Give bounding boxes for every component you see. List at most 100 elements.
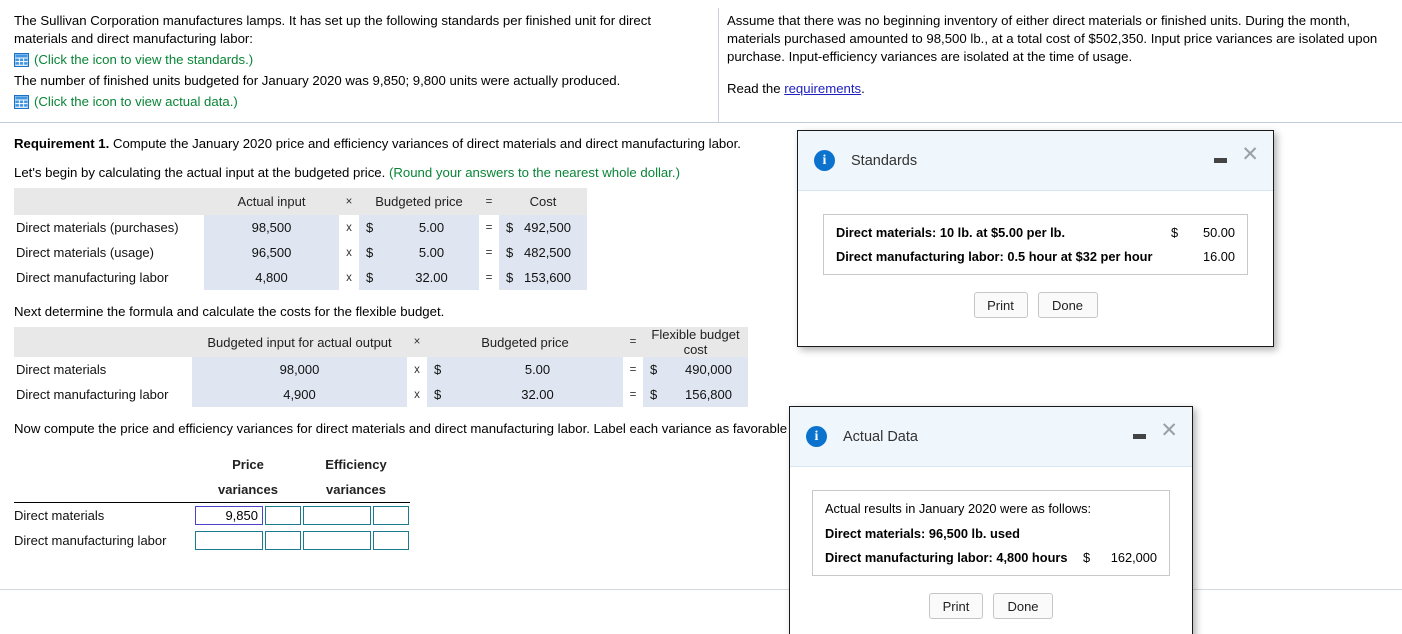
standards-content-box: Direct materials: 10 lb. at $5.00 per lb… <box>823 214 1248 275</box>
standards-print-button[interactable]: Print <box>973 292 1028 318</box>
direct-labor-price-variance-input[interactable] <box>195 531 263 550</box>
cell-flexible-budget-cost: 156,800 <box>668 382 748 407</box>
row-label: Direct materials (usage) <box>14 240 204 265</box>
cell-currency: $ <box>499 265 524 290</box>
standards-link-text[interactable]: (Click the icon to view the standards.) <box>34 52 253 67</box>
read-suffix: . <box>861 81 865 96</box>
problem-left-pane: The Sullivan Corporation manufactures la… <box>0 0 718 122</box>
cell-operator-times: x <box>339 265 359 290</box>
read-prefix: Read the <box>727 81 785 96</box>
cell-operator-equals: = <box>479 215 499 240</box>
cell-operator-times: x <box>407 382 427 407</box>
direct-labor-efficiency-variance-flag-input[interactable] <box>373 531 409 550</box>
cell-currency: $ <box>359 265 384 290</box>
cell-budgeted-price: 5.00 <box>452 357 623 382</box>
standards-row: Direct manufacturing labor: 0.5 hour at … <box>836 249 1235 264</box>
read-requirements-line: Read the requirements. <box>727 80 1392 98</box>
direct-labor-price-variance-flag-input[interactable] <box>265 531 301 550</box>
spreadsheet-icon[interactable] <box>13 52 30 67</box>
header-price-variances: variances <box>194 477 302 503</box>
header-equals: = <box>479 188 499 215</box>
actual-data-link-text[interactable]: (Click the icon to view actual data.) <box>34 94 238 109</box>
actual-data-row-text: Direct manufacturing labor: 4,800 hours <box>825 550 1068 565</box>
actual-data-print-button[interactable]: Print <box>929 593 983 619</box>
actual-data-row-amount: 162,000 <box>1110 550 1157 565</box>
actual-input-table: Actual input × Budgeted price = Cost Dir… <box>14 188 587 290</box>
actual-data-row: Direct materials: 96,500 lb. used <box>825 526 1157 541</box>
cell-operator-times: x <box>339 215 359 240</box>
cell-currency: $ <box>359 215 384 240</box>
variance-entry-section: Price Efficiency variances variances Dir… <box>14 452 1402 551</box>
spreadsheet-icon[interactable] <box>13 94 30 109</box>
table-row: Direct materials 98,000 x $ 5.00 = $ 490… <box>14 357 748 382</box>
cell-operator-equals: = <box>479 240 499 265</box>
cell-budgeted-input: 98,000 <box>192 357 407 382</box>
problem-right-pane: Assume that there was no beginning inven… <box>719 0 1402 122</box>
direct-materials-efficiency-variance-flag-input[interactable] <box>373 506 409 525</box>
requirement-1-label: Requirement 1. <box>14 136 110 151</box>
row-label: Direct materials (purchases) <box>14 215 204 240</box>
close-icon[interactable]: ✕ <box>1160 420 1178 441</box>
variance-row-direct-materials: Direct materials <box>14 503 410 529</box>
table-row: Direct manufacturing labor 4,800 x $ 32.… <box>14 265 587 290</box>
table-row: Direct materials (purchases) 98,500 x $ … <box>14 215 587 240</box>
requirements-link[interactable]: requirements <box>784 81 861 96</box>
table-header-row: Budgeted input for actual output × Budge… <box>14 327 748 357</box>
requirement-1-text: Compute the January 2020 price and effic… <box>112 136 741 151</box>
table-row: Direct materials (usage) 96,500 x $ 5.00… <box>14 240 587 265</box>
table-row: Direct manufacturing labor 4,900 x $ 32.… <box>14 382 748 407</box>
direct-labor-efficiency-variance-input[interactable] <box>303 531 371 550</box>
header-flexible-budget-cost: Flexible budget cost <box>643 327 748 357</box>
cell-actual-input: 96,500 <box>204 240 339 265</box>
actual-data-dialog-title: Actual Data <box>843 428 918 445</box>
cell-actual-input: 98,500 <box>204 215 339 240</box>
cell-budgeted-input: 4,900 <box>192 382 407 407</box>
actual-data-content-box: Actual results in January 2020 were as f… <box>812 490 1170 576</box>
cell-cost: 482,500 <box>524 240 587 265</box>
rounding-note: (Round your answers to the nearest whole… <box>388 165 680 180</box>
actual-data-dialog-titlebar[interactable]: i Actual Data ✕ <box>790 407 1192 467</box>
standards-row-text: Direct manufacturing labor: 0.5 hour at … <box>836 249 1153 264</box>
budgeted-units-text: The number of finished units budgeted fo… <box>14 73 621 88</box>
header-efficiency: Efficiency <box>325 457 387 472</box>
row-label: Direct manufacturing labor <box>14 265 204 290</box>
header-budgeted-price: Budgeted price <box>359 188 479 215</box>
standards-dialog-titlebar[interactable]: i Standards ✕ <box>798 131 1273 191</box>
table-header-row: Actual input × Budgeted price = Cost <box>14 188 587 215</box>
cell-operator-equals: = <box>479 265 499 290</box>
minimize-icon[interactable] <box>1133 434 1146 439</box>
standards-dialog: i Standards ✕ Direct materials: 10 lb. a… <box>797 130 1274 347</box>
direct-materials-price-variance-flag-input[interactable] <box>265 506 301 525</box>
cell-actual-input: 4,800 <box>204 265 339 290</box>
cell-currency: $ <box>427 382 452 407</box>
standards-done-button[interactable]: Done <box>1037 292 1098 318</box>
header-blank <box>14 327 192 357</box>
cell-currency: $ <box>499 240 524 265</box>
actual-data-dialog: i Actual Data ✕ Actual results in Januar… <box>789 406 1193 634</box>
standards-dialog-title: Standards <box>851 152 918 169</box>
actual-data-intro: Actual results in January 2020 were as f… <box>825 501 1092 516</box>
cell-budgeted-price: 5.00 <box>384 240 479 265</box>
actual-data-icon-line[interactable]: (Click the icon to view actual data.) <box>13 94 704 109</box>
standards-row: Direct materials: 10 lb. at $5.00 per lb… <box>836 225 1235 240</box>
variance-header-row-1: Price Efficiency <box>14 452 410 477</box>
direct-materials-efficiency-variance-input[interactable] <box>303 506 371 525</box>
header-equals: = <box>623 327 643 357</box>
cell-currency: $ <box>359 240 384 265</box>
standards-icon-line[interactable]: (Click the icon to view the standards.) <box>13 52 704 67</box>
cell-cost: 492,500 <box>524 215 587 240</box>
exercise-page: The Sullivan Corporation manufactures la… <box>0 0 1402 634</box>
close-icon[interactable]: ✕ <box>1241 144 1259 165</box>
problem-statement-panes: The Sullivan Corporation manufactures la… <box>0 0 1402 122</box>
minimize-icon[interactable] <box>1214 158 1227 163</box>
cell-currency: $ <box>499 215 524 240</box>
direct-materials-price-variance-input[interactable] <box>195 506 263 525</box>
header-efficiency-variances: variances <box>302 477 410 503</box>
problem-intro-text: The Sullivan Corporation manufactures la… <box>14 13 651 46</box>
row-label: Direct materials <box>14 508 105 523</box>
cell-operator-equals: = <box>623 357 643 382</box>
standards-row-amount: 16.00 <box>1202 249 1235 264</box>
actual-data-done-button[interactable]: Done <box>993 593 1053 619</box>
standards-row-currency: $ <box>1171 225 1179 240</box>
flexible-budget-table: Budgeted input for actual output × Budge… <box>14 327 748 407</box>
